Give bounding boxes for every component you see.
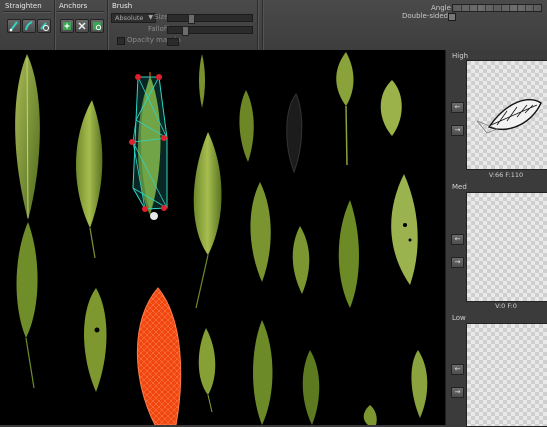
leaf	[411, 350, 428, 418]
straighten-leaf-icon	[9, 21, 18, 32]
lod-high-info: V:66 F:110	[488, 171, 524, 179]
leaf	[15, 54, 40, 220]
leaf	[76, 100, 103, 259]
anchor-reset-button[interactable]	[90, 19, 104, 33]
leaf	[16, 222, 38, 389]
anchors-title: Anchors	[59, 2, 88, 10]
arrow-left-icon: ←	[454, 365, 461, 373]
straighten-reset-icon	[40, 22, 49, 31]
pivot-handle[interactable]	[150, 212, 158, 220]
lod-high-preview	[466, 60, 547, 170]
selected-leaf-mesh[interactable]	[129, 72, 168, 220]
separator	[257, 0, 263, 50]
lod-low-preview	[466, 323, 547, 427]
double-sided-label: Double-sided	[402, 12, 449, 20]
leaf	[336, 52, 354, 166]
leaf	[391, 174, 418, 285]
straighten-leaf-button[interactable]	[7, 19, 21, 33]
lod-low-left-button[interactable]: ←	[451, 364, 464, 375]
falloff-label: Falloff	[148, 25, 169, 33]
anchor-delete-icon	[78, 22, 86, 30]
opacity-margin-checkbox[interactable]	[117, 37, 125, 45]
leaf	[380, 80, 402, 136]
anchors-group: Anchors	[54, 0, 108, 50]
lod-low-title: Low	[452, 314, 466, 322]
leaf-texture-atlas	[15, 52, 428, 425]
arrow-right-icon: →	[454, 126, 461, 134]
falloff-slider[interactable]	[167, 26, 253, 36]
lod-high-title: High	[452, 52, 469, 60]
leaf	[84, 288, 107, 392]
lod-high-mesh	[476, 99, 542, 134]
lod-med-left-button[interactable]: ←	[451, 234, 464, 245]
lod-preview-panel: High ← → V:66 F:110 Med ← → V:0 F:0 Low …	[445, 50, 547, 427]
leaf	[286, 93, 303, 174]
double-sided-checkbox[interactable]	[448, 13, 456, 21]
leaf	[239, 90, 254, 162]
anchor-add-button[interactable]	[60, 19, 74, 33]
lod-med-info: V:0 F:0	[495, 302, 517, 310]
lod-med-preview	[466, 192, 547, 302]
leaf	[363, 405, 377, 425]
brushed-leaf	[136, 287, 182, 425]
angle-slider[interactable]	[452, 4, 542, 12]
lod-med-title: Med	[452, 183, 467, 191]
straighten-bend-button[interactable]	[22, 19, 36, 33]
brush-mode-dropdown[interactable]: Absolute ▼	[111, 13, 156, 23]
leaf	[198, 328, 216, 413]
straighten-bend-icon	[25, 21, 33, 31]
arrow-right-icon: →	[454, 388, 461, 396]
straighten-reset-button[interactable]	[37, 19, 51, 33]
leaf-canvas[interactable]	[0, 50, 445, 425]
opacity-margin-slider[interactable]	[167, 38, 179, 46]
brush-mode-value: Absolute	[115, 14, 144, 22]
lod-high-left-button[interactable]: ←	[451, 102, 464, 113]
chevron-down-icon: ▼	[148, 14, 153, 21]
lod-low-right-button[interactable]: →	[451, 387, 464, 398]
anchor-add-icon	[63, 22, 71, 30]
leaf	[193, 132, 222, 309]
leaf	[199, 54, 205, 108]
angle-label: Angle	[431, 4, 451, 12]
size-slider[interactable]	[167, 14, 253, 24]
brush-title: Brush	[112, 2, 133, 10]
straighten-group: Straighten	[0, 0, 55, 50]
leaf	[302, 350, 320, 425]
leaf	[338, 200, 359, 308]
anchor-reset-icon	[93, 22, 102, 31]
arrow-left-icon: ←	[454, 103, 461, 111]
straighten-title: Straighten	[5, 2, 42, 10]
lod-high-right-button[interactable]: →	[451, 125, 464, 136]
leaf	[250, 182, 271, 282]
toolbar: Straighten Anchors Brush Absolute ▼ Size…	[0, 0, 547, 51]
leaf	[253, 320, 273, 425]
leaf	[292, 226, 310, 294]
anchor-delete-button[interactable]	[75, 19, 89, 33]
arrow-left-icon: ←	[454, 235, 461, 243]
arrow-right-icon: →	[454, 258, 461, 266]
lod-med-right-button[interactable]: →	[451, 257, 464, 268]
